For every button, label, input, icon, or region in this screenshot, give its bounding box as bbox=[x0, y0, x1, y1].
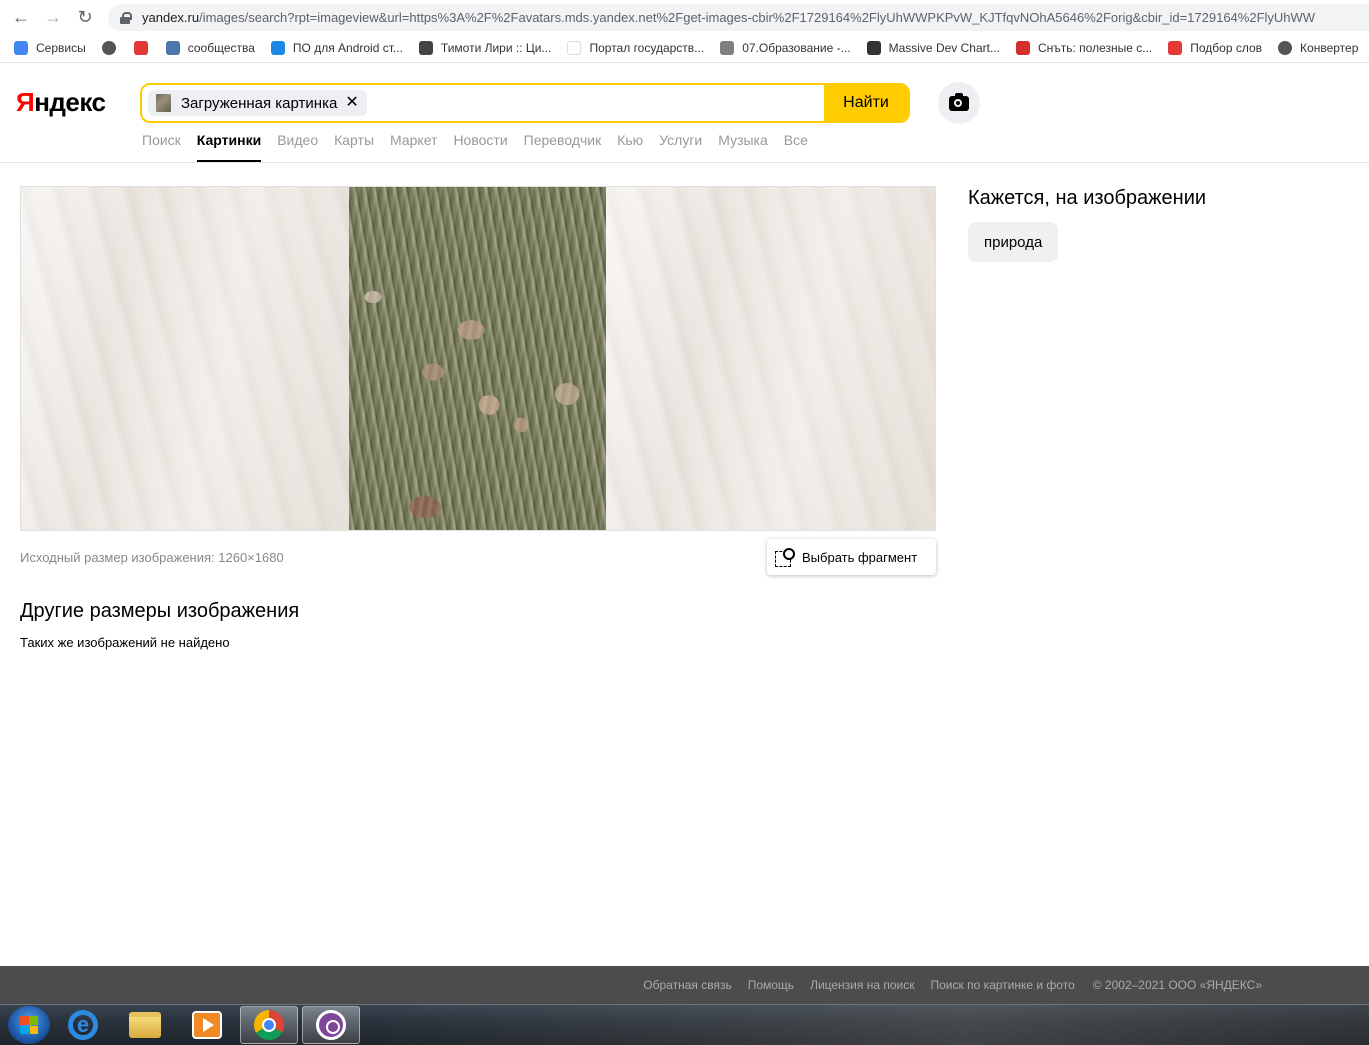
media-player-icon bbox=[192, 1011, 222, 1039]
footer-copyright: © 2002–2021 ООО «ЯНДЕКС» bbox=[1092, 978, 1262, 992]
bookmark-item[interactable]: Сервисы bbox=[14, 41, 86, 55]
globe-icon bbox=[1278, 41, 1293, 55]
close-icon[interactable]: ✕ bbox=[345, 95, 358, 111]
find-button[interactable]: Найти bbox=[824, 85, 908, 121]
browser-toolbar: ← → ↻ yandex.ru/images/search?rpt=imagev… bbox=[0, 0, 1369, 34]
bookmark-item[interactable]: Конвертер bbox=[1278, 41, 1358, 55]
bookmark-label: ПО для Android ст... bbox=[292, 41, 403, 55]
service-tab[interactable]: Видео bbox=[277, 132, 318, 162]
search-box[interactable]: Загруженная картинка ✕ Найти bbox=[140, 83, 910, 123]
bookmark-label: 07.Образование -... bbox=[742, 41, 851, 55]
url-text[interactable]: yandex.ru/images/search?rpt=imageview&ur… bbox=[142, 10, 1315, 25]
camera-icon bbox=[949, 92, 969, 111]
tor-browser-icon bbox=[316, 1010, 346, 1040]
taskbar-internet-explorer[interactable]: e bbox=[54, 1006, 112, 1044]
car-icon bbox=[133, 41, 148, 55]
header-divider bbox=[0, 162, 1369, 163]
bookmarks-bar: Сервисы сообщества ПО для Android ст... Тим… bbox=[0, 34, 1369, 63]
bookmark-label: Конвертер bbox=[1300, 41, 1359, 55]
service-tab[interactable]: Услуги bbox=[659, 132, 702, 162]
bookmark-label: Тимоти Лири :: Ци... bbox=[440, 41, 552, 55]
image-preview[interactable] bbox=[20, 186, 936, 531]
bookmark-item[interactable]: ПО для Android ст... bbox=[270, 41, 403, 55]
address-bar[interactable]: yandex.ru/images/search?rpt=imageview&ur… bbox=[108, 4, 1369, 31]
first-aid-icon bbox=[1015, 41, 1030, 55]
bookmark-item[interactable]: Подбор слов bbox=[1168, 41, 1262, 55]
windows-logo-icon bbox=[20, 1016, 38, 1034]
bookmark-item[interactable]: Тимоти Лири :: Ци... bbox=[418, 41, 552, 55]
camera-search-button[interactable] bbox=[938, 82, 980, 124]
butterfly-icon bbox=[270, 41, 285, 55]
bookmark-item[interactable]: 07.Образование -... bbox=[720, 41, 851, 55]
folder-icon bbox=[129, 1012, 161, 1038]
uploaded-image-chip[interactable]: Загруженная картинка ✕ bbox=[148, 90, 367, 116]
start-button[interactable] bbox=[8, 1006, 50, 1044]
select-fragment-button[interactable]: Выбрать фрагмент bbox=[767, 539, 936, 575]
footer-link-image-search[interactable]: Поиск по картинке и фото bbox=[930, 978, 1074, 992]
crop-search-icon bbox=[775, 548, 795, 567]
footer-link-feedback[interactable]: Обратная связь bbox=[643, 978, 731, 992]
bookmark-item[interactable]: сообщества bbox=[165, 41, 255, 55]
select-fragment-label: Выбрать фрагмент bbox=[802, 549, 918, 565]
service-tab[interactable]: Все bbox=[784, 132, 808, 162]
bookmark-label: Сервисы bbox=[36, 41, 86, 55]
taskbar-explorer[interactable] bbox=[116, 1006, 174, 1044]
windows-taskbar: e bbox=[0, 1004, 1369, 1045]
service-tab[interactable]: Поиск bbox=[142, 132, 181, 162]
uploaded-image-thumbnail bbox=[156, 94, 171, 112]
bookmark-item[interactable] bbox=[133, 41, 156, 55]
taskbar-media-player[interactable] bbox=[178, 1006, 236, 1044]
forward-arrow-icon[interactable]: → bbox=[42, 6, 64, 28]
apps-grid-icon bbox=[14, 41, 28, 55]
service-tab[interactable]: Переводчик bbox=[524, 132, 602, 162]
puzzle-icon bbox=[418, 41, 433, 55]
back-arrow-icon[interactable]: ← bbox=[10, 6, 32, 28]
reload-icon[interactable]: ↻ bbox=[74, 6, 96, 28]
blurred-background-left bbox=[21, 187, 349, 530]
other-sizes-title: Другие размеры изображения bbox=[20, 600, 300, 622]
c-icon bbox=[720, 41, 735, 55]
bookmark-item[interactable]: Massive Dev Chart... bbox=[866, 41, 1000, 55]
page-footer: Обратная связь Помощь Лицензия на поиск … bbox=[0, 966, 1369, 1004]
other-sizes-empty-text: Таких же изображений не найдено bbox=[20, 635, 230, 650]
internet-explorer-icon: e bbox=[68, 1010, 98, 1040]
bookmark-label: сообщества bbox=[187, 41, 255, 55]
uploaded-image-label: Загруженная картинка bbox=[181, 94, 338, 112]
lock-icon bbox=[120, 11, 132, 24]
service-tab[interactable]: Кью bbox=[617, 132, 643, 162]
taskbar-chrome[interactable] bbox=[240, 1006, 298, 1044]
service-tab[interactable]: Новости bbox=[453, 132, 507, 162]
taskbar-empty-area bbox=[360, 1005, 1369, 1045]
bookmark-label: Портал государств... bbox=[589, 41, 705, 55]
bookmark-label: Подбор слов bbox=[1190, 41, 1263, 55]
footer-link-help[interactable]: Помощь bbox=[748, 978, 794, 992]
blank-icon bbox=[567, 41, 582, 55]
service-tab[interactable]: Карты bbox=[334, 132, 374, 162]
bookmark-label: Снъть: полезные с... bbox=[1037, 41, 1153, 55]
globe-icon bbox=[101, 41, 116, 55]
bookmark-item[interactable] bbox=[101, 41, 124, 55]
uploaded-photo[interactable] bbox=[349, 187, 608, 530]
tag-nature[interactable]: природа bbox=[968, 222, 1059, 262]
taskbar-tor-browser[interactable] bbox=[302, 1006, 360, 1044]
bars-icon bbox=[1168, 41, 1183, 55]
service-tab[interactable]: Картинки bbox=[196, 132, 262, 162]
service-tab[interactable]: Музыка bbox=[718, 132, 768, 162]
film-icon bbox=[866, 41, 881, 55]
service-tab[interactable]: Маркет bbox=[390, 132, 437, 162]
chrome-icon bbox=[254, 1010, 284, 1040]
footer-link-license[interactable]: Лицензия на поиск bbox=[810, 978, 914, 992]
tags-title: Кажется, на изображении bbox=[968, 187, 1207, 209]
blurred-background-right bbox=[606, 187, 935, 530]
bookmark-label: Massive Dev Chart... bbox=[888, 41, 1000, 55]
services-nav: Поиск Картинки Видео Карты Маркет Новости Пере… bbox=[142, 132, 824, 162]
vk-icon bbox=[165, 41, 180, 55]
bookmark-item[interactable]: Портал государств... bbox=[567, 41, 704, 55]
bookmark-item[interactable]: Снъть: полезные с... bbox=[1015, 41, 1153, 55]
original-size-text: Исходный размер изображения: 1260×1680 bbox=[20, 550, 284, 565]
yandex-logo[interactable]: Яндекс bbox=[16, 87, 106, 118]
